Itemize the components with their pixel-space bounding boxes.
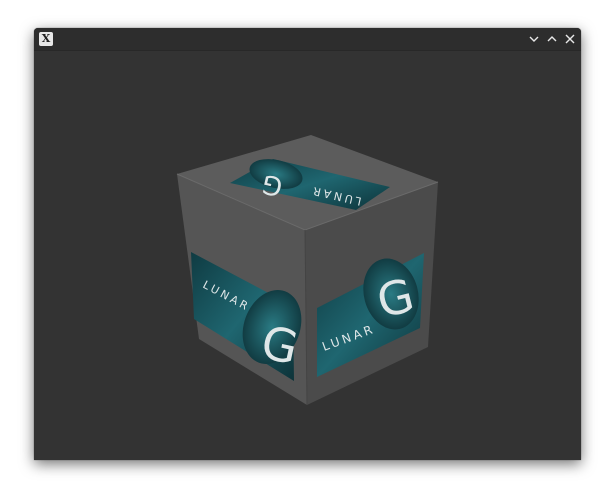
maximize-button[interactable]	[544, 31, 560, 47]
app-window: X G LUNAR LUNAR G LUNAR G	[34, 28, 581, 460]
chevron-up-icon	[547, 36, 557, 42]
title-bar[interactable]: X	[34, 28, 581, 51]
minimize-button[interactable]	[526, 31, 542, 47]
x-window-icon: X	[39, 32, 53, 46]
chevron-down-icon	[529, 36, 539, 42]
close-button[interactable]	[562, 31, 578, 47]
render-viewport[interactable]: G LUNAR LUNAR G LUNAR G	[34, 51, 581, 460]
close-icon	[565, 34, 575, 44]
cube-render: G LUNAR LUNAR G LUNAR G	[176, 135, 439, 406]
